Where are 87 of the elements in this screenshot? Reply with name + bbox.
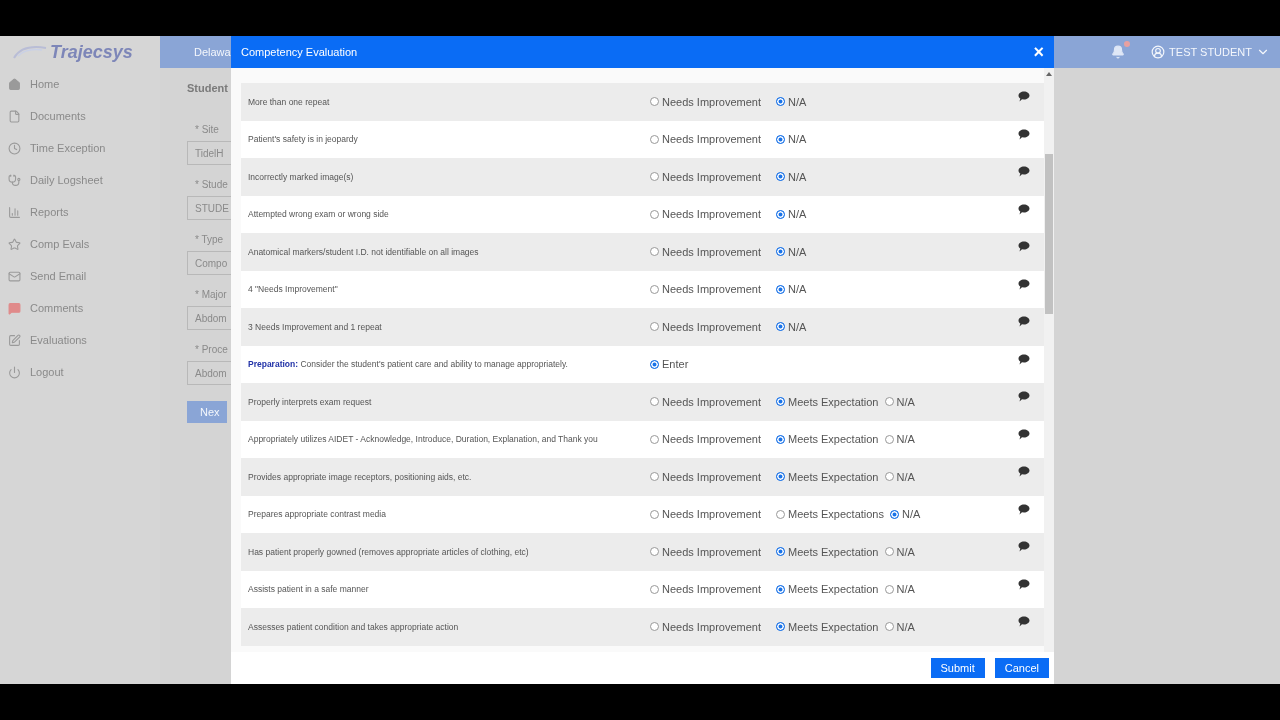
radio-option[interactable]: N/A	[884, 470, 915, 483]
criterion-label: Appropriately utilizes AIDET - Acknowledge, Introduce, Duration, Explanation, and Thank you	[248, 434, 599, 445]
radio-option[interactable]: N/A	[890, 508, 921, 521]
radio-option[interactable]: Needs Improvement	[650, 545, 770, 558]
mail-icon	[8, 269, 21, 283]
cancel-button[interactable]: Cancel	[994, 658, 1049, 678]
star-icon	[8, 237, 21, 251]
comment-icon[interactable]	[1018, 166, 1030, 177]
criterion-label: Has patient properly gowned (removes appropriate articles of clothing, etc)	[248, 546, 530, 557]
field-label: * Type	[195, 234, 224, 245]
comment-icon[interactable]	[1018, 353, 1030, 365]
criterion-label: Properly interprets exam request	[248, 396, 373, 407]
edit-icon	[8, 333, 21, 347]
radio-option[interactable]: Needs Improvement	[650, 508, 770, 521]
criterion-label: Incorrectly marked image(s)	[248, 171, 355, 182]
criterion-label: Prepares appropriate contrast media	[248, 509, 387, 520]
field-label: * Proce	[195, 344, 228, 355]
radio-option[interactable]: Needs Improvement	[650, 170, 770, 183]
radio-option[interactable]: Needs Improvement	[650, 395, 770, 408]
comment-icon[interactable]	[1018, 91, 1030, 102]
radio-option[interactable]: Needs Improvement	[650, 208, 770, 221]
dialog-title: Competency Evaluation	[241, 46, 358, 58]
radio-option[interactable]: Needs Improvement	[650, 433, 770, 446]
radio-option[interactable]: N/A	[776, 208, 807, 221]
power-icon	[8, 365, 21, 379]
radio-option[interactable]: N/A	[776, 283, 807, 296]
radio-option[interactable]: Needs Improvement	[650, 283, 770, 296]
comment-icon[interactable]	[1018, 278, 1030, 290]
comment-icon[interactable]	[1018, 316, 1030, 327]
home-icon	[8, 77, 21, 91]
scrollbar-thumb[interactable]	[1045, 154, 1053, 314]
radio-option[interactable]: N/A	[776, 170, 807, 183]
comment-icon[interactable]	[1018, 428, 1030, 440]
clock-icon	[8, 141, 21, 155]
field-label: * Major	[195, 289, 227, 300]
radio-option[interactable]: Meets Expectation	[776, 433, 879, 446]
radio-option[interactable]: Enter	[650, 358, 770, 371]
comment-icon[interactable]	[1018, 391, 1030, 402]
radio-option[interactable]: Needs Improvement	[650, 583, 770, 596]
scrollbar[interactable]	[1044, 68, 1054, 652]
criterion-label: Assists patient in a safe manner	[248, 584, 370, 595]
radio-option[interactable]: Needs Improvement	[650, 320, 770, 333]
user-avatar-icon	[1151, 45, 1166, 59]
radio-option[interactable]: N/A	[884, 433, 915, 446]
logo-swoosh-icon	[12, 44, 48, 60]
comment-icon[interactable]	[1018, 616, 1030, 627]
criterion-label: Provides appropriate image receptors, positioning aids, etc.	[248, 471, 473, 482]
comment-icon[interactable]	[1018, 541, 1030, 552]
comment-icon[interactable]	[1018, 203, 1030, 215]
bar-chart-icon	[8, 205, 21, 219]
comment-icon[interactable]	[1018, 503, 1030, 515]
radio-option[interactable]: N/A	[776, 95, 807, 108]
radio-option[interactable]: N/A	[776, 133, 807, 146]
comment-icon[interactable]	[1018, 578, 1030, 590]
radio-option[interactable]: N/A	[884, 620, 915, 633]
radio-option[interactable]: N/A	[884, 545, 915, 558]
radio-option[interactable]: Needs Improvement	[650, 95, 770, 108]
radio-option[interactable]: Meets Expectation	[776, 395, 879, 408]
radio-option[interactable]: N/A	[884, 583, 915, 596]
comment-icon[interactable]	[1018, 128, 1030, 140]
radio-option[interactable]: N/A	[884, 395, 915, 408]
radio-option[interactable]: Needs Improvement	[650, 620, 770, 633]
criterion-label: More than one repeat	[248, 96, 331, 107]
comment-icon	[8, 301, 21, 315]
scroll-up-icon[interactable]	[1046, 72, 1052, 76]
field-label: * Site	[195, 124, 219, 135]
radio-option[interactable]: Meets Expectation	[776, 545, 879, 558]
radio-option[interactable]: Meets Expectation	[776, 620, 879, 633]
stethoscope-icon	[8, 173, 21, 187]
close-button[interactable]: ×	[1033, 43, 1044, 61]
radio-option[interactable]: N/A	[776, 245, 807, 258]
radio-option[interactable]: N/A	[776, 320, 807, 333]
criterion-label: Assesses patient condition and takes appropriate action	[248, 621, 460, 632]
submit-button[interactable]: Submit	[930, 658, 985, 678]
radio-option[interactable]: Meets Expectation	[776, 470, 879, 483]
radio-option[interactable]: Needs Improvement	[650, 133, 770, 146]
radio-option[interactable]: Meets Expectation	[776, 583, 879, 596]
document-icon	[8, 109, 21, 123]
radio-option[interactable]: Needs Improvement	[650, 470, 770, 483]
page-title: Student	[187, 82, 228, 94]
logo-text: Trajecsys	[50, 41, 133, 63]
radio-option[interactable]: Meets Expectations	[776, 508, 884, 521]
comment-icon[interactable]	[1018, 241, 1030, 252]
criterion-label: 4 "Needs Improvement"	[248, 284, 339, 295]
field-label: * Stude	[195, 179, 228, 190]
radio-option[interactable]: Needs Improvement	[650, 245, 770, 258]
comment-icon[interactable]	[1018, 466, 1030, 477]
